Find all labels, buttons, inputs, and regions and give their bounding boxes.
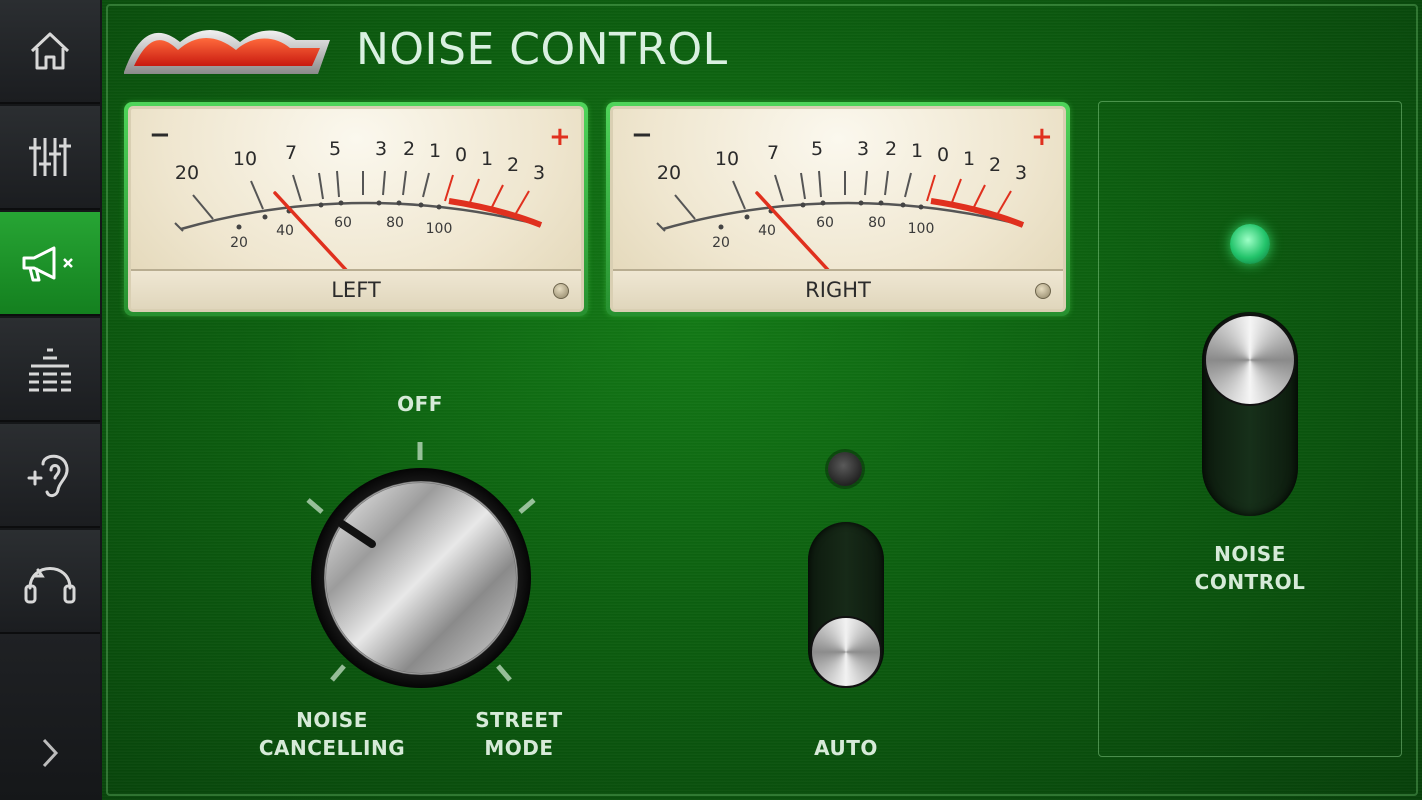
knob-label-line: STREET <box>475 708 563 732</box>
sidebar-item-equalizer[interactable] <box>0 318 100 422</box>
db-tick-label: 2 <box>885 138 897 160</box>
noise-control-label: NOISE CONTROL <box>1160 540 1340 596</box>
meter-plus-sign: + <box>549 122 571 152</box>
vu-meter-right-scale: − + 20 10 7 5 3 2 1 0 1 2 3 20 40 60 80 … <box>631 120 1053 273</box>
sidebar-item-mixer[interactable] <box>0 106 100 210</box>
db-tick-label: 3 <box>375 138 387 160</box>
meter-screw-icon <box>553 283 569 299</box>
auto-label: AUTO <box>814 736 878 760</box>
db-tick-label: 1 <box>481 148 493 170</box>
db-tick-label: 1 <box>429 140 441 162</box>
sidebar-item-home[interactable] <box>0 0 100 104</box>
meter-label-bar: LEFT <box>131 269 581 309</box>
chevron-right-icon[interactable] <box>38 736 62 770</box>
db-tick-label: 5 <box>329 138 341 160</box>
meter-label-right: RIGHT <box>805 278 871 302</box>
db-tick-label: 10 <box>233 148 257 170</box>
percent-tick-label: 60 <box>816 215 834 231</box>
vu-meter-left-scale: − + 20 10 7 5 3 2 1 0 1 2 3 20 40 60 80 … <box>149 120 571 273</box>
megaphone-mute-icon <box>22 246 73 282</box>
vu-meter-left: − + 20 10 7 5 3 2 1 0 1 2 3 20 40 60 80 … <box>124 102 588 316</box>
knob-label-noise-cancelling[interactable]: NOISE CANCELLING <box>236 706 428 762</box>
percent-tick-label: 80 <box>868 215 886 231</box>
db-tick-label: 7 <box>767 142 779 164</box>
sliders-icon <box>29 138 71 176</box>
brand-logo <box>124 30 330 74</box>
db-tick-label: 3 <box>533 162 545 184</box>
percent-tick-label: 40 <box>276 223 294 239</box>
meter-label-bar: RIGHT <box>613 269 1063 309</box>
auto-toggle-switch[interactable] <box>808 522 884 688</box>
noise-control-label-line: NOISE <box>1214 542 1286 566</box>
sidebar-item-headphones[interactable] <box>0 530 100 634</box>
meter-minus-sign: − <box>149 120 171 150</box>
home-icon <box>30 32 70 70</box>
auto-toggle-thumb[interactable] <box>810 616 882 688</box>
sidebar-item-hearing[interactable] <box>0 424 100 528</box>
db-tick-label: 2 <box>989 154 1001 176</box>
percent-tick-label: 60 <box>334 215 352 231</box>
meter-screw-icon <box>1035 283 1051 299</box>
knob-label-off[interactable]: OFF <box>380 390 460 418</box>
meter-plus-sign: + <box>1031 122 1053 152</box>
equalizer-icon <box>29 348 71 392</box>
meter-label-left: LEFT <box>331 278 381 302</box>
noise-control-indicator-light <box>1230 224 1270 264</box>
percent-tick-label: 100 <box>426 221 453 237</box>
noise-control-toggle-switch[interactable] <box>1202 312 1298 516</box>
percent-tick-label: 20 <box>712 235 730 251</box>
meter-minus-sign: − <box>631 120 653 150</box>
page-title: NOISE CONTROL <box>356 24 728 75</box>
db-tick-label: 20 <box>657 162 681 184</box>
db-tick-label: 7 <box>285 142 297 164</box>
knob-label-street-mode[interactable]: STREET MODE <box>454 706 584 762</box>
noise-control-label-line: CONTROL <box>1194 570 1306 594</box>
knob-label-line: NOISE <box>296 708 368 732</box>
sidebar <box>0 0 102 800</box>
noise-control-toggle-thumb[interactable] <box>1204 314 1296 406</box>
db-tick-label: 3 <box>857 138 869 160</box>
db-tick-label: 2 <box>507 154 519 176</box>
mode-selector-knob[interactable] <box>296 434 546 704</box>
percent-tick-label: 100 <box>908 221 935 237</box>
knob-label-line: MODE <box>484 736 554 760</box>
percent-tick-label: 80 <box>386 215 404 231</box>
db-tick-label: 1 <box>911 140 923 162</box>
db-tick-label: 3 <box>1015 162 1027 184</box>
db-tick-label: 5 <box>811 138 823 160</box>
db-tick-label: 10 <box>715 148 739 170</box>
sidebar-expand[interactable] <box>0 634 100 800</box>
db-tick-label: 0 <box>937 144 949 166</box>
vu-meter-right: − + 20 10 7 5 3 2 1 0 1 2 3 20 40 60 80 … <box>606 102 1070 316</box>
auto-indicator-light <box>828 452 862 486</box>
sidebar-item-noise-control[interactable] <box>0 212 100 316</box>
db-tick-label: 20 <box>175 162 199 184</box>
percent-tick-label: 20 <box>230 235 248 251</box>
db-tick-label: 0 <box>455 144 467 166</box>
ear-plus-icon <box>27 454 69 498</box>
db-tick-label: 1 <box>963 148 975 170</box>
db-tick-label: 2 <box>403 138 415 160</box>
headphones-refresh-icon <box>24 567 76 604</box>
knob-label-line: CANCELLING <box>258 736 406 760</box>
percent-tick-label: 40 <box>758 223 776 239</box>
